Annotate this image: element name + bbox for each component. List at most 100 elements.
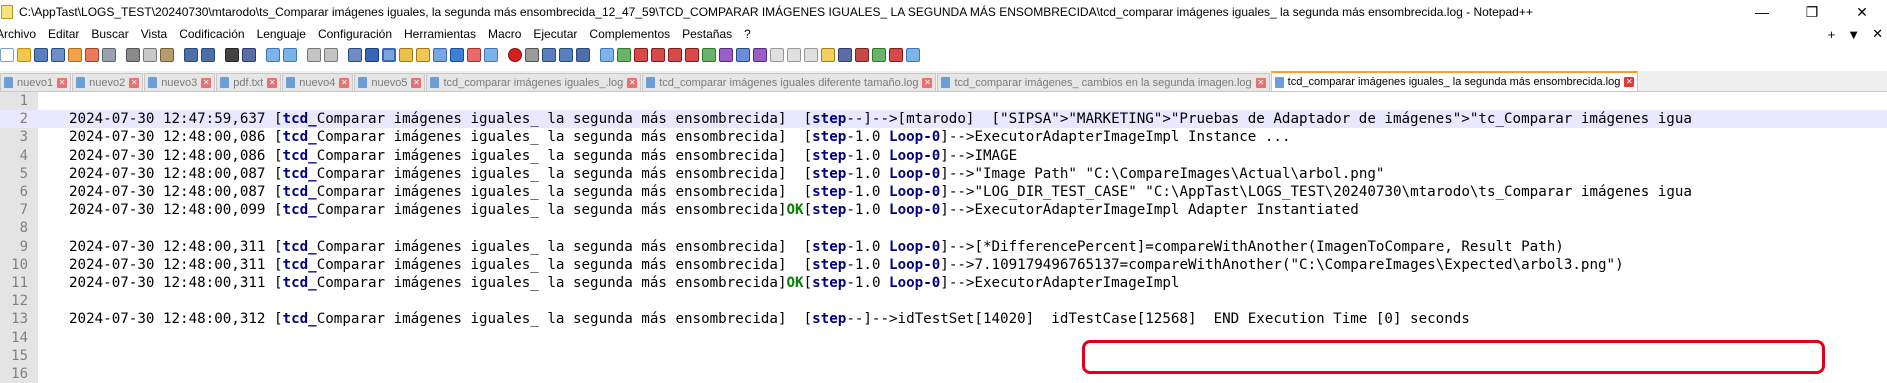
plugin-icon-4[interactable] xyxy=(651,48,665,62)
close-all-icon[interactable] xyxy=(85,48,99,62)
plugin-icon-12[interactable] xyxy=(787,48,801,62)
editor-line[interactable]: 13 2024-07-30 12:48:00,312 [tcd_Comparar … xyxy=(0,310,1887,328)
editor-line[interactable]: 8 xyxy=(0,219,1887,237)
zoom-in-icon[interactable] xyxy=(266,48,280,62)
tab-close-icon[interactable]: ✕ xyxy=(411,77,422,88)
user-language-icon[interactable] xyxy=(399,48,413,62)
undo-icon[interactable] xyxy=(184,48,198,62)
menu-buscar[interactable]: Buscar xyxy=(85,27,134,41)
find-icon[interactable] xyxy=(225,48,239,62)
plugin-icon-14[interactable] xyxy=(821,48,835,62)
menu-editar[interactable]: Editar xyxy=(42,27,85,41)
plugin-icon-7[interactable] xyxy=(702,48,716,62)
view-icon[interactable] xyxy=(484,48,498,62)
menu-help[interactable]: ? xyxy=(738,27,757,41)
plugin-icon-15[interactable] xyxy=(838,48,852,62)
tab-nuevo5[interactable]: nuevo5 ✕ xyxy=(354,73,426,91)
paste-icon[interactable] xyxy=(160,48,174,62)
tab-close-icon[interactable]: ✕ xyxy=(339,77,350,88)
editor-line[interactable]: 3 2024-07-30 12:48:00,086 [tcd_Comparar i… xyxy=(0,128,1887,146)
tab-pdf-txt[interactable]: pdf.txt ✕ xyxy=(216,73,282,91)
stop-macro-icon[interactable] xyxy=(525,48,539,62)
redo-icon[interactable] xyxy=(201,48,215,62)
tab-tcd-comparar-diferente-tamano[interactable]: tcd_comparar imágenes iguales diferente … xyxy=(642,73,937,91)
tab-tcd-comparar-cambios[interactable]: tcd_comparar imágenes_ cambios en la seg… xyxy=(937,73,1270,91)
tab-list-dropdown-button[interactable]: ▼ xyxy=(1847,27,1860,42)
menu-herramientas[interactable]: Herramientas xyxy=(398,27,482,41)
menu-codificacion[interactable]: Codificación xyxy=(173,27,250,41)
word-wrap-icon[interactable] xyxy=(348,48,362,62)
plugin-icon-16[interactable] xyxy=(855,48,869,62)
tab-tcd-comparar-iguales[interactable]: tcd_comparar imágenes iguales_.log ✕ xyxy=(426,73,642,91)
sync-horizontal-icon[interactable] xyxy=(324,48,338,62)
tab-close-icon[interactable]: ✕ xyxy=(1255,77,1266,88)
zoom-out-icon[interactable] xyxy=(283,48,297,62)
editor-line[interactable]: 5 2024-07-30 12:48:00,087 [tcd_Comparar i… xyxy=(0,165,1887,183)
minimize-button[interactable]: — xyxy=(1737,0,1787,24)
run-macro-multiple-icon[interactable] xyxy=(559,48,573,62)
function-list-icon[interactable] xyxy=(433,48,447,62)
plugin-icon-17[interactable] xyxy=(872,48,886,62)
plugin-icon-9[interactable] xyxy=(736,48,750,62)
monitoring-icon[interactable] xyxy=(467,48,481,62)
editor-line[interactable]: 7 2024-07-30 12:48:00,099 [tcd_Comparar i… xyxy=(0,201,1887,219)
editor-line[interactable]: 2 2024-07-30 12:47:59,637 [tcd_Comparar i… xyxy=(0,110,1887,129)
tab-nuevo1[interactable]: nuevo1 ✕ xyxy=(0,73,72,91)
menu-lenguaje[interactable]: Lenguaje xyxy=(251,27,312,41)
new-tab-plus-button[interactable]: + xyxy=(1828,27,1836,42)
plugin-icon-19[interactable] xyxy=(906,48,920,62)
plugin-icon-5[interactable] xyxy=(668,48,682,62)
cut-icon[interactable] xyxy=(126,48,140,62)
indent-guide-icon[interactable] xyxy=(382,48,396,62)
tab-close-icon[interactable]: ✕ xyxy=(267,77,278,88)
plugin-icon-3[interactable] xyxy=(634,48,648,62)
replace-icon[interactable] xyxy=(242,48,256,62)
tab-close-icon[interactable]: ✕ xyxy=(201,77,212,88)
menu-pestanas[interactable]: Pestañas xyxy=(676,27,738,41)
copy-icon[interactable] xyxy=(143,48,157,62)
tab-tcd-comparar-ensombrecida[interactable]: tcd_comparar imágenes iguales_ la segund… xyxy=(1270,71,1639,91)
open-folder-icon[interactable] xyxy=(17,48,31,62)
editor-line[interactable]: 6 2024-07-30 12:48:00,087 [tcd_Comparar i… xyxy=(0,183,1887,201)
maximize-button[interactable]: ❐ xyxy=(1787,0,1837,24)
tab-nuevo3[interactable]: nuevo3 ✕ xyxy=(144,73,216,91)
tab-close-icon[interactable]: ✕ xyxy=(627,77,638,88)
sync-vertical-icon[interactable] xyxy=(307,48,321,62)
save-macro-icon[interactable] xyxy=(576,48,590,62)
record-macro-icon[interactable] xyxy=(508,48,522,62)
menu-macro[interactable]: Macro xyxy=(482,27,527,41)
show-all-chars-icon[interactable] xyxy=(365,48,379,62)
editor-line[interactable]: 1 xyxy=(0,92,1887,110)
plugin-icon-6[interactable] xyxy=(685,48,699,62)
close-file-icon[interactable] xyxy=(68,48,82,62)
plugin-icon-18[interactable] xyxy=(889,48,903,62)
close-button[interactable]: ✕ xyxy=(1837,0,1887,24)
plugin-icon-10[interactable] xyxy=(753,48,767,62)
editor-line[interactable]: 4 2024-07-30 12:48:00,086 [tcd_Comparar i… xyxy=(0,147,1887,165)
editor-area[interactable]: 1 2 2024-07-30 12:47:59,637 [tcd_Comparar … xyxy=(0,92,1887,383)
close-document-button[interactable]: ✕ xyxy=(1872,26,1883,42)
save-all-icon[interactable] xyxy=(51,48,65,62)
save-icon[interactable] xyxy=(34,48,48,62)
plugin-icon-11[interactable] xyxy=(770,48,784,62)
editor-line[interactable]: 12 xyxy=(0,292,1887,310)
editor-line[interactable]: 10 2024-07-30 12:48:00,311 [tcd_Comparar … xyxy=(0,256,1887,274)
tab-close-icon[interactable]: ✕ xyxy=(922,77,933,88)
play-macro-icon[interactable] xyxy=(542,48,556,62)
plugin-icon-8[interactable] xyxy=(719,48,733,62)
tab-close-icon[interactable]: ✕ xyxy=(129,77,140,88)
plugin-icon-2[interactable] xyxy=(617,48,631,62)
folder-workspace-icon[interactable] xyxy=(450,48,464,62)
tab-nuevo4[interactable]: nuevo4 ✕ xyxy=(282,73,354,91)
menu-vista[interactable]: Vista xyxy=(135,27,173,41)
plugin-icon-1[interactable] xyxy=(600,48,614,62)
menu-archivo[interactable]: Archivo xyxy=(0,27,42,41)
menu-ejecutar[interactable]: Ejecutar xyxy=(527,27,583,41)
print-icon[interactable] xyxy=(102,48,116,62)
new-file-icon[interactable] xyxy=(0,48,14,62)
menu-configuracion[interactable]: Configuración xyxy=(312,27,398,41)
plugin-icon-13[interactable] xyxy=(804,48,818,62)
menu-complementos[interactable]: Complementos xyxy=(583,27,676,41)
tab-close-icon[interactable]: ✕ xyxy=(57,77,68,88)
tab-nuevo2[interactable]: nuevo2 ✕ xyxy=(72,73,144,91)
